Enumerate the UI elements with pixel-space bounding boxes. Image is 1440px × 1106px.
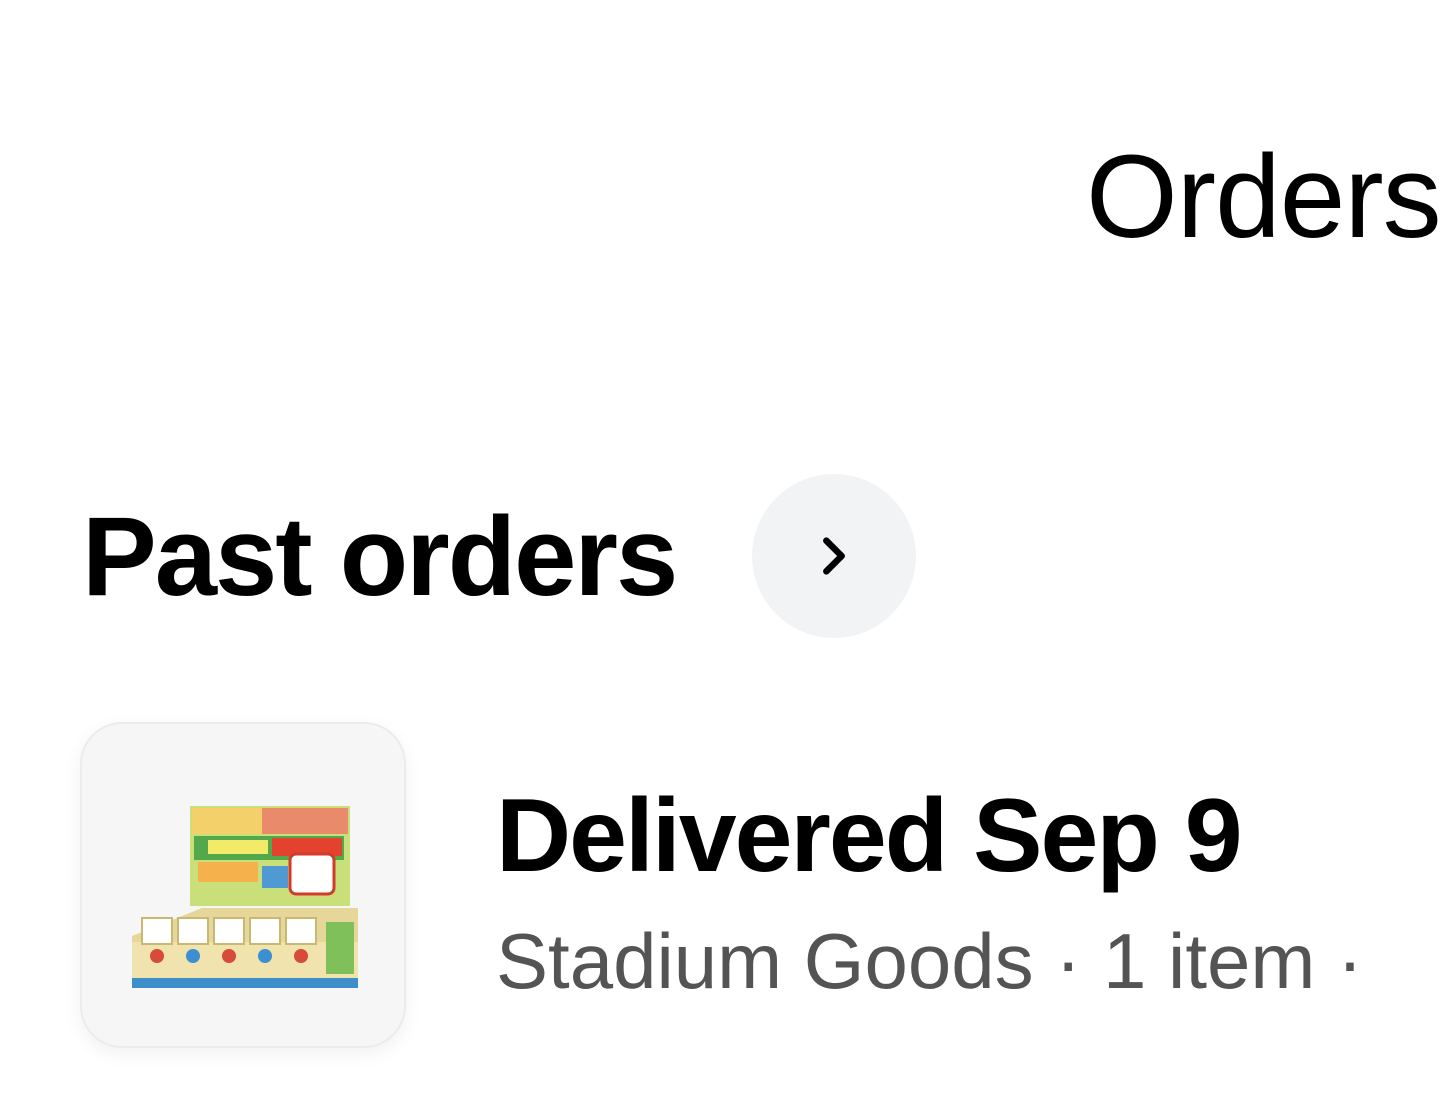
order-status: Delivered Sep 9	[496, 778, 1243, 894]
page-title: Orders	[1086, 131, 1440, 263]
past-orders-header[interactable]: Past orders	[82, 474, 678, 640]
past-orders-see-all-button[interactable]	[752, 474, 916, 638]
order-thumbnail[interactable]	[80, 722, 406, 1048]
order-item-count: 1 item	[1102, 917, 1316, 1005]
order-row[interactable]: Delivered Sep 9 Stadium Goods · 1 item ·	[80, 722, 1440, 1052]
product-box-image	[132, 806, 358, 988]
meta-separator: ·	[1055, 917, 1082, 1005]
past-orders-title: Past orders	[82, 494, 678, 619]
order-store: Stadium Goods	[496, 917, 1034, 1005]
order-meta: Stadium Goods · 1 item ·	[496, 922, 1363, 1000]
chevron-right-icon	[811, 533, 857, 579]
meta-separator: ·	[1337, 917, 1364, 1005]
